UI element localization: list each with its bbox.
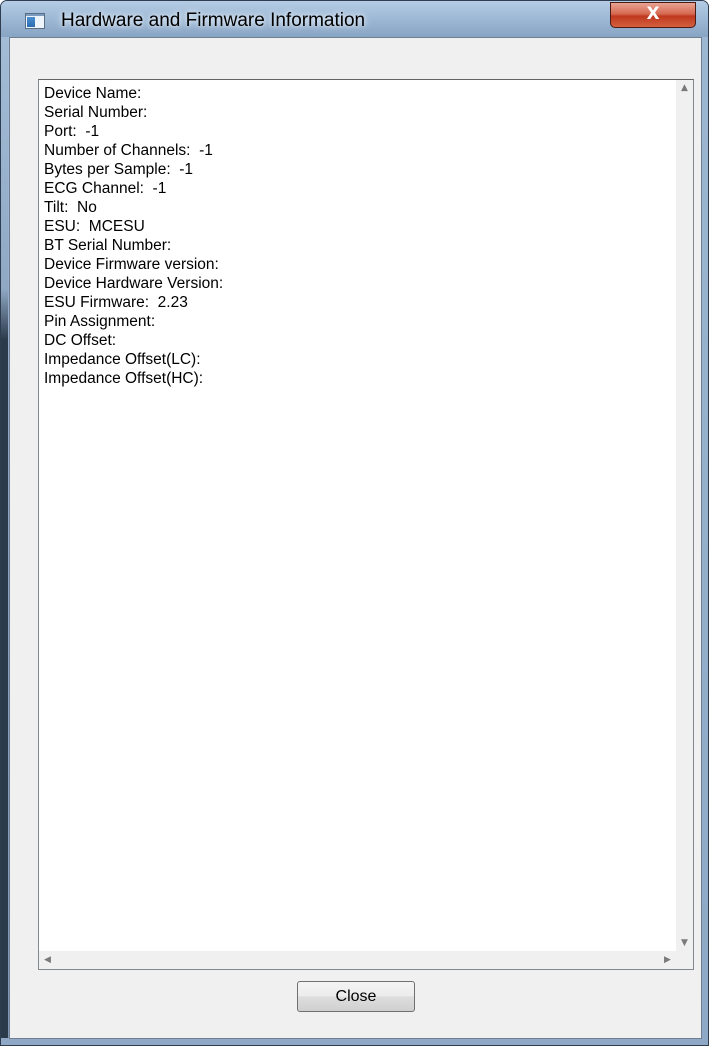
dialog-window: Hardware and Firmware Information X Devi… [0,0,709,1046]
info-line: Bytes per Sample: -1 [44,161,194,178]
info-line: Pin Assignment: [44,313,156,330]
info-line: Serial Number: [44,104,148,121]
window-frame-right [701,37,708,1045]
scroll-down-icon[interactable]: ▼ [676,935,693,952]
info-text-content: Device Name: Serial Number: Port: -1 Number… [44,84,223,388]
horizontal-scrollbar[interactable]: ◀ ▶ [39,951,676,969]
scroll-right-icon[interactable]: ▶ [659,951,676,969]
info-line: Impedance Offset(HC): [44,370,204,387]
window-title: Hardware and Firmware Information [61,10,366,31]
dialog-client-area: Device Name: Serial Number: Port: -1 Number… [9,37,702,1039]
info-line: Number of Channels: -1 [44,142,213,159]
scroll-left-icon[interactable]: ◀ [39,951,56,969]
info-line: Impedance Offset(LC): [44,351,201,368]
info-line: Tilt: No [44,199,97,216]
window-app-icon [25,13,45,29]
info-line: ECG Channel: -1 [44,180,167,197]
window-frame-bottom [1,1038,708,1045]
window-frame-left [1,37,8,1045]
close-button[interactable]: Close [297,981,415,1012]
close-icon: X [646,4,660,24]
info-line: Device Hardware Version: [44,275,224,292]
info-line: Port: -1 [44,123,100,140]
scrollbar-corner [676,951,693,969]
info-line: ESU: MCESU [44,218,145,235]
info-line: Device Firmware version: [44,256,219,273]
info-textbox[interactable]: Device Name: Serial Number: Port: -1 Number… [38,79,694,970]
scroll-up-icon[interactable]: ▲ [676,80,693,97]
close-window-button[interactable]: X [610,2,696,28]
vertical-scrollbar[interactable]: ▲ ▼ [676,80,693,952]
info-line: BT Serial Number: [44,237,172,254]
info-line: ESU Firmware: 2.23 [44,294,188,311]
info-line: Device Name: [44,85,142,102]
title-bar[interactable]: Hardware and Firmware Information X [1,1,708,37]
info-line: DC Offset: [44,332,117,349]
